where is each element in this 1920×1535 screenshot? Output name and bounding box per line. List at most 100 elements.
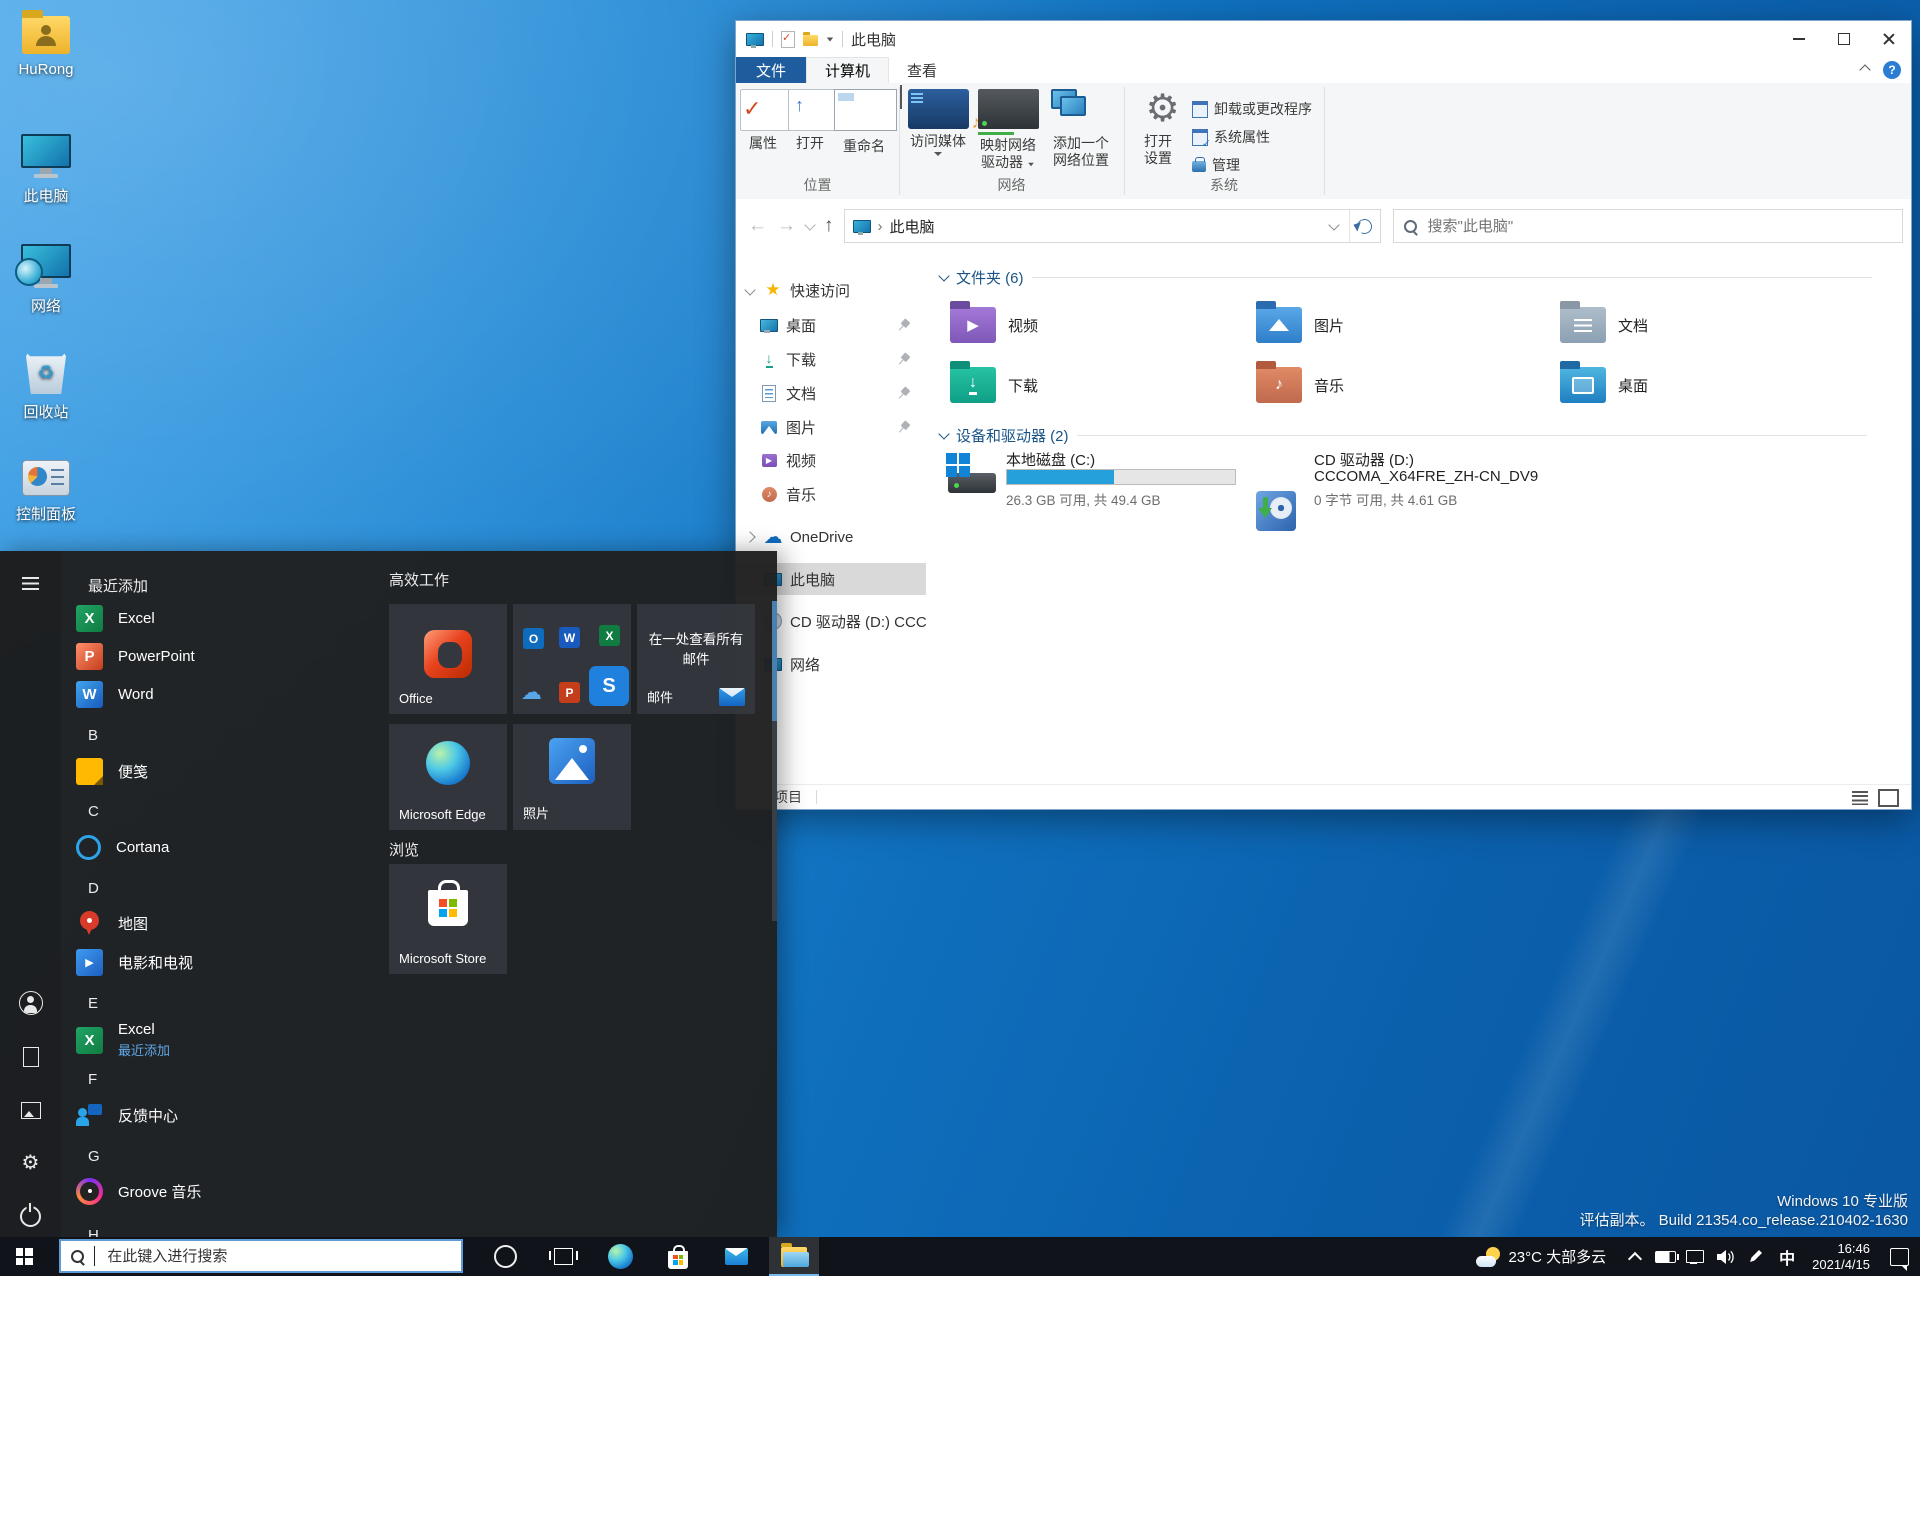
app-item-groove-music[interactable]: Groove 音乐	[61, 1172, 396, 1210]
nav-music[interactable]: ♪ 音乐	[736, 478, 926, 510]
weather-widget[interactable]: 23°C 大部多云	[1476, 1246, 1606, 1267]
quick-access-new-folder-icon[interactable]	[803, 32, 818, 46]
app-item-maps[interactable]: 地图	[61, 904, 396, 942]
chevron-down-icon[interactable]	[744, 284, 756, 296]
history-chevron-icon[interactable]	[804, 218, 816, 231]
taskbar-search-input[interactable]	[105, 1246, 451, 1266]
folder-item-music[interactable]: ♪ 音乐	[1256, 357, 1546, 413]
map-network-drive-button[interactable]: 映射网络 驱动器	[972, 89, 1044, 171]
properties-button[interactable]: ✓ 属性	[740, 89, 803, 152]
folder-item-videos[interactable]: ▶ 视频	[950, 297, 1240, 353]
app-item-excel-recent[interactable]: X Excel 最近添加	[61, 1017, 396, 1063]
maximize-button[interactable]	[1821, 21, 1866, 57]
tile-office[interactable]: Office	[389, 604, 507, 714]
tile-mail[interactable]: 在一处查看所有邮件 邮件	[637, 604, 755, 714]
nav-videos[interactable]: ▶ 视频	[736, 444, 926, 476]
desktop-icon-network[interactable]: 网络	[0, 244, 92, 316]
refresh-icon[interactable]	[1350, 210, 1380, 242]
pen-tray-icon[interactable]	[1740, 1237, 1770, 1276]
chevron-down-icon[interactable]	[938, 428, 950, 440]
network-tray-icon[interactable]	[1680, 1237, 1710, 1276]
system-properties-button[interactable]: 系统属性	[1192, 127, 1270, 150]
details-view-icon[interactable]	[1852, 791, 1868, 805]
task-view-button[interactable]	[538, 1237, 588, 1276]
section-letter-b[interactable]: B	[88, 727, 98, 744]
title-bar[interactable]: ✓ 此电脑	[736, 21, 1911, 57]
chevron-down-icon[interactable]	[938, 270, 950, 282]
rename-button[interactable]: 重命名	[834, 85, 902, 155]
nav-desktop[interactable]: 桌面	[736, 309, 926, 341]
app-item-excel[interactable]: X Excel	[61, 599, 396, 637]
nav-pictures[interactable]: 图片	[736, 411, 926, 443]
nav-onedrive[interactable]: ☁ OneDrive	[736, 521, 926, 553]
volume-tray-icon[interactable]	[1710, 1237, 1740, 1276]
nav-quick-access[interactable]: ★ 快速访问	[736, 274, 926, 306]
settings-gear-icon[interactable]: ⚙	[0, 1143, 61, 1183]
app-item-cortana[interactable]: Cortana	[61, 828, 396, 866]
search-input[interactable]	[1425, 216, 1892, 236]
section-folders[interactable]: 文件夹 (6)	[938, 267, 1872, 288]
tab-view[interactable]: 查看	[889, 57, 955, 83]
start-menu-scrollbar[interactable]	[772, 601, 777, 921]
manage-button[interactable]: 管理	[1192, 155, 1240, 175]
nav-downloads[interactable]: ↓ 下载	[736, 343, 926, 375]
file-explorer-taskbar-button[interactable]	[769, 1237, 819, 1276]
help-icon[interactable]: ?	[1883, 61, 1901, 79]
add-network-location-button[interactable]: 添加一个 网络位置	[1048, 89, 1114, 169]
store-taskbar-button[interactable]	[653, 1237, 703, 1276]
app-item-movies-tv[interactable]: ▶ 电影和电视	[61, 943, 396, 981]
battery-tray-icon[interactable]	[1650, 1237, 1680, 1276]
section-letter-d[interactable]: D	[88, 880, 99, 897]
power-icon[interactable]	[0, 1196, 61, 1236]
tile-office-apps[interactable]: O W X ☁ P S	[513, 604, 631, 714]
tile-photos[interactable]: 照片	[513, 724, 631, 830]
desktop-icon-this-pc[interactable]: 此电脑	[0, 134, 92, 206]
quick-access-properties-icon[interactable]: ✓	[781, 30, 795, 48]
explorer-search[interactable]	[1392, 209, 1903, 243]
tray-expand-button[interactable]	[1620, 1237, 1650, 1276]
uninstall-button[interactable]: 卸载或更改程序	[1192, 99, 1312, 119]
documents-rail-icon[interactable]	[0, 1037, 61, 1077]
folder-item-documents[interactable]: 文档	[1560, 297, 1850, 353]
section-devices[interactable]: 设备和驱动器 (2)	[938, 425, 1867, 446]
section-letter-c[interactable]: C	[88, 803, 99, 820]
address-dropdown-icon[interactable]	[1319, 210, 1349, 242]
app-item-sticky-notes[interactable]: 便笺	[61, 752, 396, 790]
mail-taskbar-button[interactable]	[711, 1237, 761, 1276]
desktop-icon-hurong[interactable]: HuRong	[0, 10, 92, 78]
section-letter-f[interactable]: F	[88, 1071, 97, 1088]
nav-documents[interactable]: 文档	[736, 377, 926, 409]
section-letter-g[interactable]: G	[88, 1148, 100, 1165]
folder-item-pictures[interactable]: 图片	[1256, 297, 1546, 353]
action-center-button[interactable]	[1880, 1237, 1920, 1276]
hamburger-menu-icon[interactable]	[0, 563, 61, 603]
user-account-icon[interactable]	[0, 983, 61, 1023]
folder-item-downloads[interactable]: ↓ 下载	[950, 357, 1240, 413]
close-button[interactable]	[1866, 21, 1911, 57]
app-item-word[interactable]: W Word	[61, 675, 396, 713]
edge-taskbar-button[interactable]	[595, 1237, 645, 1276]
section-letter-e[interactable]: E	[88, 995, 98, 1012]
folder-item-desktop[interactable]: 桌面	[1560, 357, 1850, 413]
desktop-icon-recycle-bin[interactable]: ♻ 回收站	[0, 352, 92, 422]
up-icon[interactable]: ↑	[824, 215, 834, 237]
forward-icon[interactable]: →	[777, 215, 796, 237]
breadcrumb[interactable]: 此电脑	[890, 216, 935, 237]
quick-access-customize-icon[interactable]	[826, 37, 834, 41]
back-icon[interactable]: ←	[748, 215, 767, 237]
cortana-button[interactable]	[480, 1237, 530, 1276]
collapse-ribbon-icon[interactable]	[1859, 64, 1871, 76]
pictures-rail-icon[interactable]	[0, 1090, 61, 1130]
chevron-right-icon[interactable]	[744, 531, 756, 543]
access-media-button[interactable]: 访问媒体	[906, 89, 981, 156]
tab-computer[interactable]: 计算机	[806, 57, 890, 83]
large-icons-view-icon[interactable]	[1878, 789, 1899, 807]
clock[interactable]: 16:46 2021/4/15	[1812, 1241, 1870, 1273]
tile-edge[interactable]: Microsoft Edge	[389, 724, 507, 830]
start-button[interactable]	[0, 1237, 48, 1276]
desktop-icon-control-panel[interactable]: 控制面板	[0, 460, 92, 524]
app-item-feedback-hub[interactable]: 反馈中心	[61, 1096, 396, 1134]
ime-indicator[interactable]: 中	[1770, 1237, 1804, 1276]
minimize-button[interactable]	[1776, 21, 1821, 57]
open-button[interactable]: ↑ 打开	[788, 89, 851, 152]
